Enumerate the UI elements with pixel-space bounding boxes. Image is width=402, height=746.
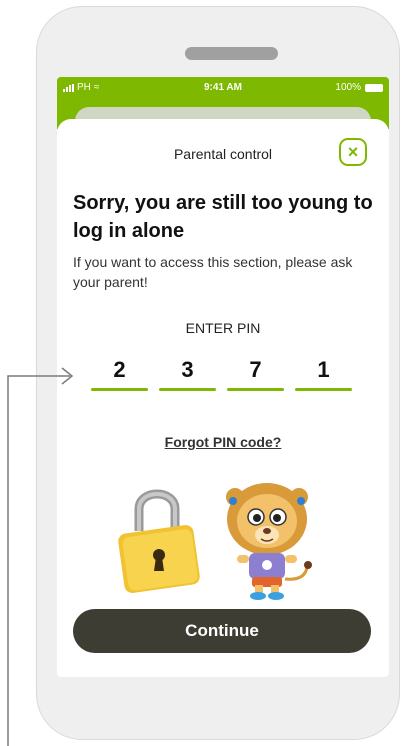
forgot-pin-link[interactable]: Forgot PIN code? [57,434,389,450]
battery-label: 100% [335,82,361,93]
padlock-icon [118,489,200,593]
pin-digit-field-1[interactable]: 2 [91,355,148,391]
pin-underline [295,388,352,391]
pin-digit: 7 [249,357,262,382]
pin-underline [91,388,148,391]
pin-digit: 3 [181,357,194,382]
phone-speaker [185,47,278,60]
pin-digit-field-3[interactable]: 7 [227,355,284,391]
description-text: If you want to access this section, plea… [73,254,353,290]
battery-icon [365,83,383,92]
parental-control-sheet: Parental control × Sorry, you are still … [57,119,389,677]
lion-mascot [226,483,312,600]
illustration [118,483,312,600]
phone-screen: PH ≈ 9:41 AM 100% Parental control × Sor… [57,77,389,677]
status-right: 100% [335,82,383,93]
pin-underline [227,388,284,391]
status-bar: PH ≈ 9:41 AM 100% [57,77,389,99]
close-icon: × [347,142,359,162]
pin-label: ENTER PIN [185,320,261,336]
pin-digit: 2 [113,357,126,382]
pin-underline [159,388,216,391]
continue-button[interactable]: Continue [73,609,371,653]
close-button[interactable]: × [339,138,367,166]
pin-input: 2 3 7 1 [91,355,352,391]
page-title: Sorry, you are still too young to log in… [73,192,373,242]
pin-digit: 1 [317,357,330,382]
pin-digit-field-2[interactable]: 3 [159,355,216,391]
phone-frame: PH ≈ 9:41 AM 100% Parental control × Sor… [36,6,400,740]
pin-digit-field-4[interactable]: 1 [295,355,352,391]
